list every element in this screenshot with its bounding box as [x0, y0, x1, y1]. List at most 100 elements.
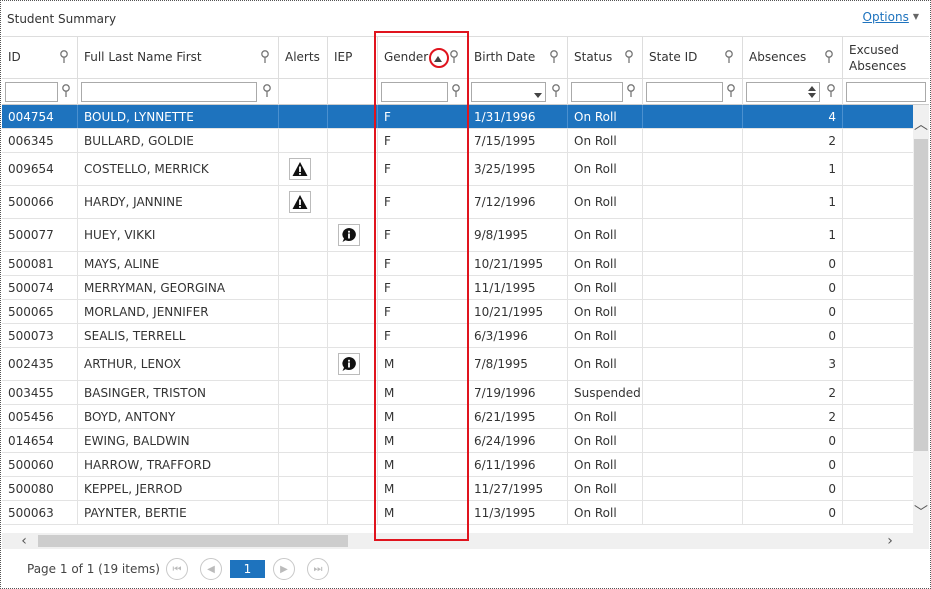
table-row[interactable]: 500063 PAYNTER, BERTIE M 11/3/1995 On Roll 0	[2, 501, 913, 525]
options-menu-button[interactable]: Options ▼	[863, 10, 919, 24]
cell-name: BOYD, ANTONY	[78, 405, 279, 428]
table-row[interactable]: 500074 MERRYMAN, GEORGINA F 11/1/1995 On Rol…	[2, 276, 913, 300]
table-row[interactable]: 500080 KEPPEL, JERROD M 11/27/1995 On Roll 0	[2, 477, 913, 501]
table-row[interactable]: 009654 COSTELLO, MERRICK F 3/25/1995 On Roll…	[2, 153, 913, 186]
cell-status: On Roll	[568, 186, 643, 218]
last-page-button[interactable]: ⏭	[307, 558, 329, 580]
warning-icon[interactable]	[289, 158, 311, 180]
table-row[interactable]: 006345 BULLARD, GOLDIE F 7/15/1995 On Roll 2	[2, 129, 913, 153]
column-header-stateid[interactable]: State ID	[643, 37, 743, 79]
horizontal-scroll-thumb[interactable]	[38, 535, 348, 547]
vertical-scroll-thumb[interactable]	[914, 139, 928, 451]
cell-gender: M	[378, 381, 468, 404]
last-page-icon: ⏭	[313, 563, 323, 575]
column-header-alerts[interactable]: Alerts	[279, 37, 328, 79]
cell-absences: 2	[743, 405, 843, 428]
cell-birth: 7/12/1996	[468, 186, 568, 218]
pin-filter-icon[interactable]	[726, 84, 736, 98]
pin-filter-icon[interactable]	[61, 84, 71, 98]
pager-info: Page 1 of 1 (19 items)	[27, 562, 160, 576]
cell-id: 002435	[2, 348, 78, 380]
info-icon[interactable]	[338, 224, 360, 246]
pin-filter-icon[interactable]	[826, 84, 836, 98]
filter-input-stateid[interactable]	[646, 82, 723, 102]
pin-filter-icon[interactable]	[626, 84, 636, 98]
cell-stateid	[643, 186, 743, 218]
column-header-label: Birth Date	[474, 50, 536, 64]
vertical-scrollbar[interactable]: ︿ ﹀	[913, 105, 929, 533]
sort-ascending-icon[interactable]	[434, 52, 442, 62]
warning-icon[interactable]	[289, 191, 311, 213]
scroll-up-icon[interactable]: ︿	[913, 117, 929, 133]
filter-input-birth[interactable]	[471, 82, 546, 102]
column-header-status[interactable]: Status	[568, 37, 643, 79]
cell-iep	[328, 501, 378, 524]
column-header-id[interactable]: ID	[2, 37, 78, 79]
pin-filter-icon[interactable]	[551, 84, 561, 98]
table-row[interactable]: 003455 BASINGER, TRISTON M 7/19/1996 Suspend…	[2, 381, 913, 405]
cell-iep	[328, 105, 378, 128]
table-row[interactable]: 500066 HARDY, JANNINE F 7/12/1996 On Roll 1	[2, 186, 913, 219]
first-page-button[interactable]: ⏮	[166, 558, 188, 580]
cell-birth: 6/3/1996	[468, 324, 568, 347]
scroll-down-icon[interactable]: ﹀	[913, 505, 929, 521]
filter-cell-stateid	[643, 79, 743, 105]
pin-filter-icon[interactable]	[624, 50, 634, 64]
cell-alerts	[279, 252, 328, 275]
cell-absences: 0	[743, 477, 843, 500]
pin-filter-icon[interactable]	[449, 50, 459, 64]
cell-gender: F	[378, 129, 468, 152]
dropdown-caret-icon[interactable]	[534, 88, 542, 102]
table-row[interactable]: 500077 HUEY, VIKKI F 9/8/1995 On Roll 1	[2, 219, 913, 252]
column-header-birth[interactable]: Birth Date	[468, 37, 568, 79]
spin-updown-icon[interactable]	[808, 85, 816, 102]
table-row[interactable]: 004754 BOULD, LYNNETTE F 1/31/1996 On Roll 4	[2, 105, 913, 129]
info-icon[interactable]	[338, 353, 360, 375]
pin-filter-icon[interactable]	[549, 50, 559, 64]
column-header-gender[interactable]: Gender	[378, 37, 468, 79]
current-page-button[interactable]: 1	[230, 560, 265, 578]
table-row[interactable]: 500081 MAYS, ALINE F 10/21/1995 On Roll 0	[2, 252, 913, 276]
cell-id: 500080	[2, 477, 78, 500]
pin-filter-icon[interactable]	[451, 84, 461, 98]
column-header-excused[interactable]: Excused Absences	[843, 37, 929, 79]
prev-page-button[interactable]: ◀	[200, 558, 222, 580]
cell-id: 014654	[2, 429, 78, 452]
cell-iep	[328, 405, 378, 428]
table-row[interactable]: 500073 SEALIS, TERRELL F 6/3/1996 On Roll 0	[2, 324, 913, 348]
horizontal-scrollbar[interactable]: ‹ ›	[2, 533, 929, 549]
cell-stateid	[643, 501, 743, 524]
table-row[interactable]: 500065 MORLAND, JENNIFER F 10/21/1995 On Rol…	[2, 300, 913, 324]
next-page-button[interactable]: ▶	[273, 558, 295, 580]
scroll-right-icon[interactable]: ›	[882, 533, 898, 549]
column-header-absences[interactable]: Absences	[743, 37, 843, 79]
table-row[interactable]: 005456 BOYD, ANTONY M 6/21/1995 On Roll 2	[2, 405, 913, 429]
cell-name: MAYS, ALINE	[78, 252, 279, 275]
cell-alerts	[279, 429, 328, 452]
cell-stateid	[643, 129, 743, 152]
table-row[interactable]: 014654 EWING, BALDWIN M 6/24/1996 On Roll 0	[2, 429, 913, 453]
cell-absences: 0	[743, 276, 843, 299]
cell-absences: 0	[743, 300, 843, 323]
cell-iep	[328, 324, 378, 347]
table-row[interactable]: 500060 HARROW, TRAFFORD M 6/11/1996 On Roll 0	[2, 453, 913, 477]
filter-input-excused[interactable]	[846, 82, 926, 102]
filter-input-gender[interactable]	[381, 82, 448, 102]
filter-input-absences[interactable]	[746, 82, 820, 102]
column-header-iep[interactable]: IEP	[328, 37, 378, 79]
cell-gender: M	[378, 348, 468, 380]
column-header-label: Full Last Name First	[84, 50, 202, 64]
cell-birth: 10/21/1995	[468, 252, 568, 275]
scroll-left-icon[interactable]: ‹	[16, 533, 32, 549]
pin-filter-icon[interactable]	[260, 50, 270, 64]
filter-input-status[interactable]	[571, 82, 623, 102]
pin-filter-icon[interactable]	[59, 50, 69, 64]
filter-input-id[interactable]	[5, 82, 58, 102]
filter-input-name[interactable]	[81, 82, 257, 102]
table-row[interactable]: 002435 ARTHUR, LENOX M 7/8/1995 On Roll 3	[2, 348, 913, 381]
pin-filter-icon[interactable]	[262, 84, 272, 98]
pin-filter-icon[interactable]	[724, 50, 734, 64]
column-header-label: State ID	[649, 50, 698, 64]
column-header-name[interactable]: Full Last Name First	[78, 37, 279, 79]
pin-filter-icon[interactable]	[824, 50, 834, 64]
